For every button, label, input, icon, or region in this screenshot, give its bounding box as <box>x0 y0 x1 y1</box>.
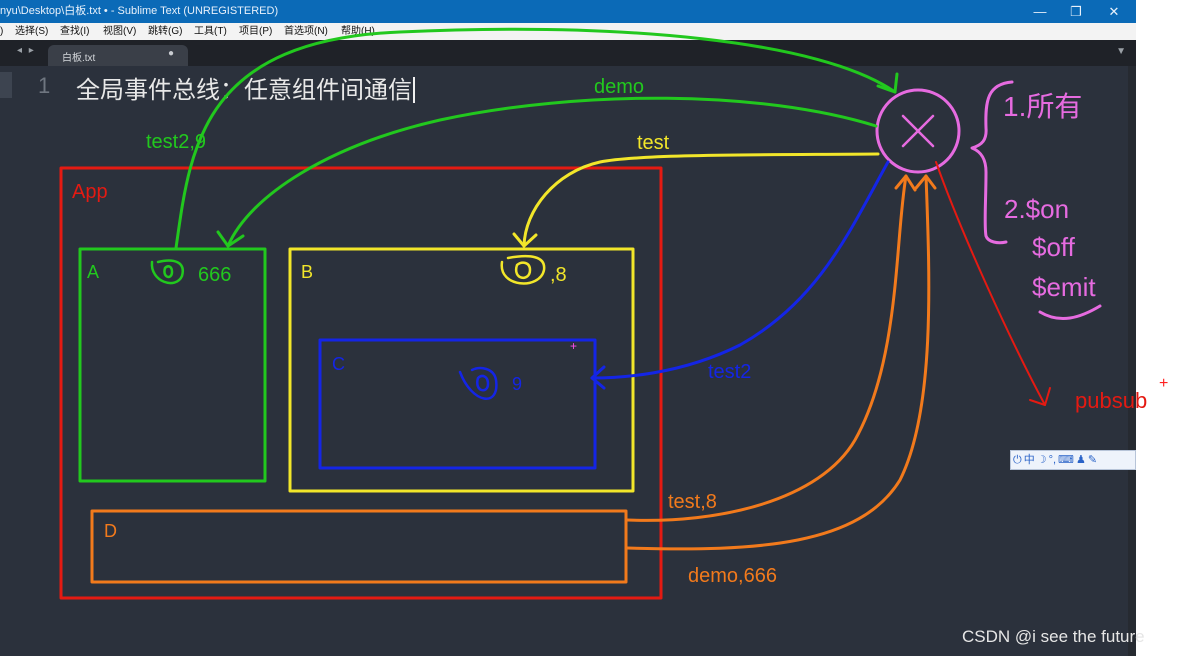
arrow-label-test2-9: test2,9 <box>146 131 206 153</box>
plus-mark-c: + <box>570 339 577 353</box>
mark-c-icon <box>458 366 498 400</box>
plus-mark-pubsub: + <box>1159 375 1168 392</box>
bus-item-1: 1.所有 <box>1003 91 1082 122</box>
ime-keyboard-icon[interactable]: ⌨ <box>1058 454 1074 466</box>
arrow-label-test-8: test,8 <box>668 491 717 513</box>
arrow-test2-blue <box>590 160 890 380</box>
label-app: App <box>72 181 108 203</box>
label-a: A <box>87 262 99 282</box>
arrow-label-demo: demo <box>594 76 644 98</box>
arrow-test2-9-green <box>226 96 878 248</box>
box-c <box>318 338 597 470</box>
bus-item-4: $emit <box>1032 272 1096 302</box>
arrow-test-8-orange <box>625 174 908 522</box>
mark-a-icon <box>150 259 185 285</box>
label-c: C <box>332 354 345 374</box>
box-app <box>59 166 663 600</box>
bus-item-2: 2.$on <box>1004 194 1069 224</box>
ime-toolbar[interactable]: ⏻ 中 ☽ °, ⌨ ♟ ✎ <box>1010 450 1136 470</box>
label-b: B <box>301 262 313 282</box>
ime-logo-icon[interactable]: ⏻ <box>1013 454 1022 466</box>
arrow-demo-green <box>174 27 897 250</box>
bus-item-3: $off <box>1032 232 1076 262</box>
emit-underline <box>1038 304 1102 320</box>
arrow-label-test2: test2 <box>708 361 751 383</box>
ime-user-icon[interactable]: ♟ <box>1076 454 1086 466</box>
label-d: D <box>104 521 117 541</box>
ime-chinese-mode[interactable]: 中 <box>1024 454 1035 466</box>
ime-tools-icon[interactable]: ✎ <box>1088 454 1097 466</box>
ime-moon-icon[interactable]: ☽ <box>1037 454 1047 466</box>
whiteboard-drawing: App A B C D 666 ,8 9 demo test2,9 test t… <box>59 27 1168 600</box>
arrow-label-demo-666: demo,666 <box>688 565 777 587</box>
csdn-watermark: CSDN @i see the future <box>962 627 1145 646</box>
value-b: ,8 <box>550 264 567 286</box>
box-d <box>90 509 628 584</box>
bus-x-mark <box>901 114 935 148</box>
value-a: 666 <box>198 264 231 286</box>
value-c: 9 <box>512 374 522 394</box>
mark-b-icon <box>500 254 546 285</box>
ime-punct-icon[interactable]: °, <box>1049 454 1056 466</box>
arrow-label-pubsub: pubsub <box>1075 388 1147 413</box>
arrow-label-test: test <box>637 132 670 154</box>
